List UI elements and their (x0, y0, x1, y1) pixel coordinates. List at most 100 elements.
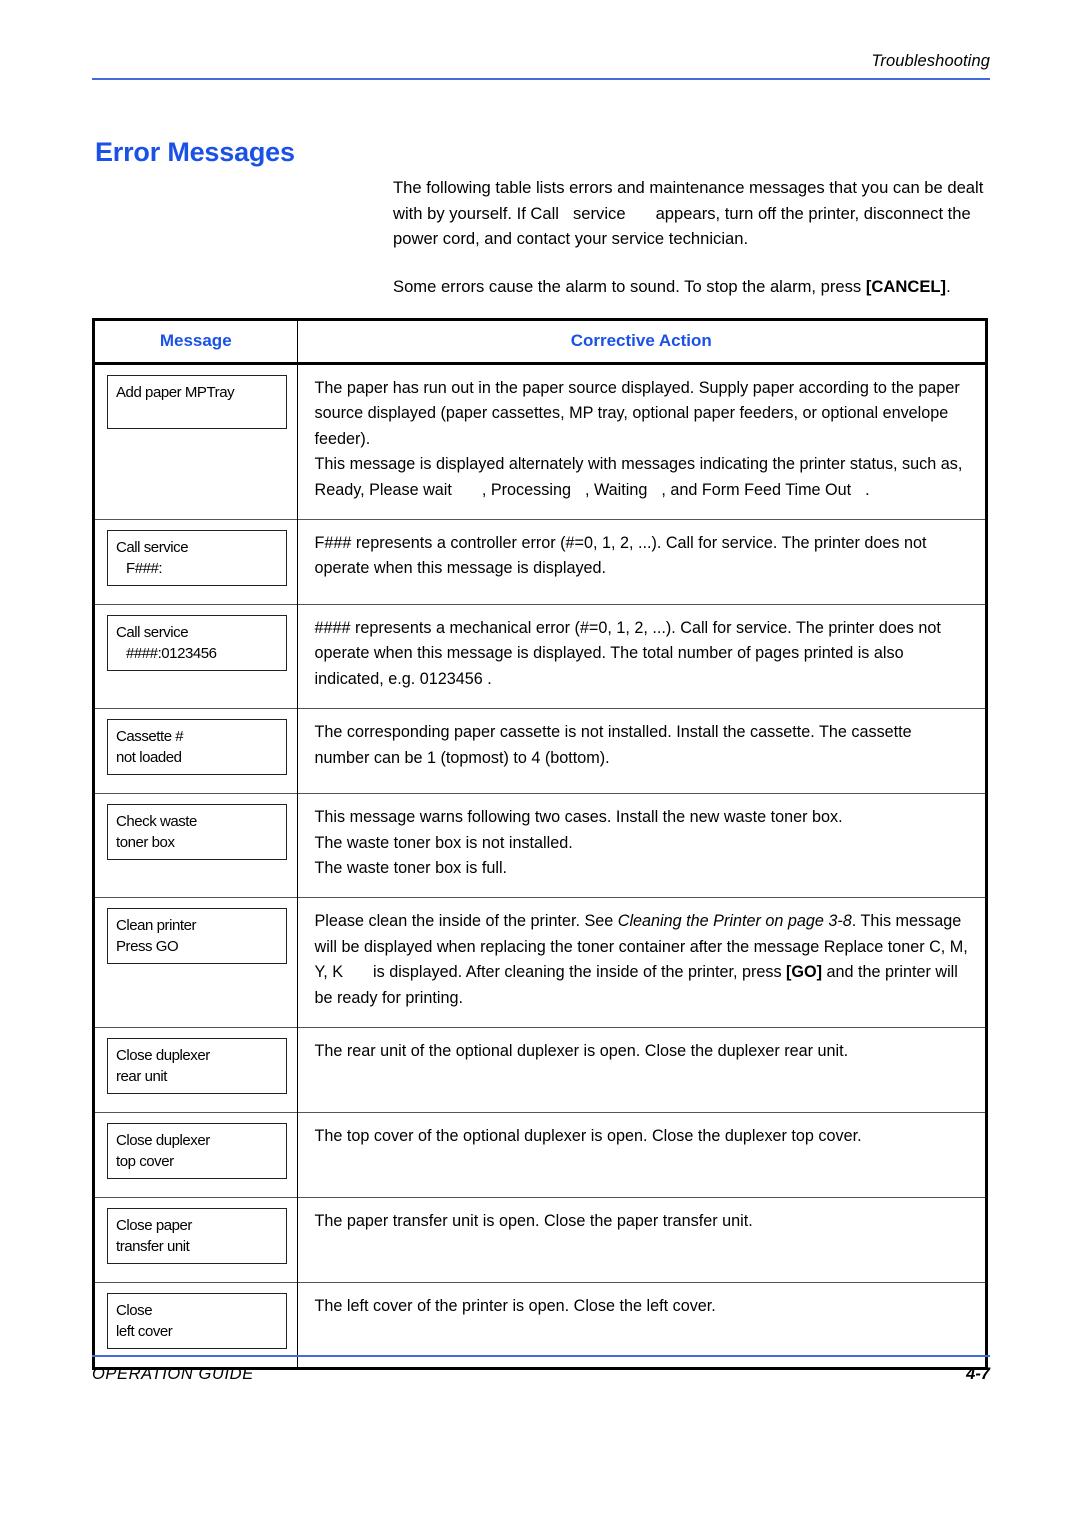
lcd-line-2: Press GO (116, 938, 179, 956)
running-head: Troubleshooting (871, 52, 990, 70)
error-messages-table-wrapper: Message Corrective Action Add paper MPTr… (92, 318, 988, 1371)
document-page: Troubleshooting Error Messages The follo… (0, 0, 1080, 1528)
message-cell: Check waste toner box (95, 793, 298, 898)
lcd-line-2: rear unit (116, 1068, 167, 1086)
lcd-message-box: Close paper transfer unit (107, 1208, 287, 1265)
lcd-line-2: left cover (116, 1323, 173, 1341)
table-row: Close duplexer rear unit The rear unit o… (95, 1027, 985, 1113)
table-header-row: Message Corrective Action (95, 321, 985, 365)
action-text: The paper has run out in the paper sourc… (314, 379, 960, 448)
footer-document-title: OPERATION GUIDE (92, 1365, 254, 1383)
table-head: Message Corrective Action (95, 321, 985, 365)
action-text: , Processing (481, 480, 571, 499)
lcd-line-2: top cover (116, 1153, 174, 1171)
action-text: #### represents a mechanical error (#=0,… (314, 619, 941, 688)
lcd-line-1: Call service (116, 624, 189, 642)
header-rule (92, 77, 990, 80)
lcd-line-1: Clean printer (116, 917, 197, 935)
action-cell: This message warns following two cases. … (297, 793, 985, 898)
message-cell: Call service ####:0123456 (95, 604, 298, 709)
lcd-line-2: ####:0123456 (126, 645, 217, 663)
column-header-corrective-action: Corrective Action (297, 321, 985, 365)
lcd-line-2: transfer unit (116, 1238, 190, 1256)
action-text: The left cover of the printer is open. C… (314, 1297, 716, 1316)
lcd-message-box: Close duplexer top cover (107, 1123, 287, 1180)
action-text: The rear unit of the optional duplexer i… (314, 1042, 849, 1061)
action-text: , and Form Feed Time Out (661, 480, 852, 499)
action-text: The corresponding paper cassette is not … (314, 723, 912, 767)
footer-row: OPERATION GUIDE 4-7 (92, 1365, 990, 1384)
lcd-line-1: Call service (116, 539, 189, 557)
lcd-message-box: Cassette # not loaded (107, 719, 287, 776)
table-row: Cassette # not loaded The corresponding … (95, 708, 985, 794)
message-cell: Close duplexer top cover (95, 1112, 298, 1198)
lcd-line-2: not loaded (116, 749, 182, 767)
action-text: , Waiting (584, 480, 648, 499)
column-header-message: Message (95, 321, 298, 365)
table-body: Add paper MPTray The paper has run out i… (95, 363, 985, 1368)
table-row: Close duplexer top cover The top cover o… (95, 1112, 985, 1198)
action-text: F### represents a controller error (#=0,… (314, 534, 927, 578)
table-row: Add paper MPTray The paper has run out i… (95, 363, 985, 520)
action-text: The top cover of the optional duplexer i… (314, 1127, 862, 1146)
table-row: Call service ####:0123456 #### represent… (95, 604, 985, 709)
message-cell: Add paper MPTray (95, 363, 298, 520)
lcd-message-box: Add paper MPTray (107, 375, 287, 429)
message-cell: Close paper transfer unit (95, 1197, 298, 1283)
lcd-line-2: F###: (126, 560, 163, 578)
footer-rule (92, 1355, 990, 1357)
action-cell: F### represents a controller error (#=0,… (297, 519, 985, 605)
page-header: Troubleshooting (92, 52, 990, 80)
lcd-line-1: Close paper (116, 1217, 192, 1235)
table-row: Clean printer Press GO Please clean the … (95, 897, 985, 1028)
action-text: . (851, 912, 857, 931)
action-text: Please clean the inside of the printer. … (314, 912, 618, 931)
action-text: The paper transfer unit is open. Close t… (314, 1212, 753, 1231)
action-cell: The paper has run out in the paper sourc… (297, 363, 985, 520)
lcd-line-1: Close duplexer (116, 1132, 210, 1150)
go-key-label: [GO] (786, 963, 823, 982)
action-cell: Please clean the inside of the printer. … (297, 897, 985, 1028)
intro-paragraph-1: The following table lists errors and mai… (393, 175, 993, 252)
message-cell: Call service F###: (95, 519, 298, 605)
lcd-message-box: Close duplexer rear unit (107, 1038, 287, 1095)
page-title: Error Messages (95, 137, 295, 168)
cross-reference-link[interactable]: Cleaning the Printer on page 3-8 (618, 912, 852, 930)
intro-p1-part2: service (573, 203, 626, 223)
lcd-line-1: Close duplexer (116, 1047, 210, 1065)
intro-p2-end: . (946, 276, 951, 296)
lcd-message-box: Call service ####:0123456 (107, 615, 287, 672)
lcd-line-1: Cassette # (116, 728, 184, 746)
action-text: The waste toner box is not installed. (314, 833, 573, 852)
cancel-key-label: [CANCEL] (865, 276, 947, 296)
message-cell: Close duplexer rear unit (95, 1027, 298, 1113)
intro-paragraph-2: Some errors cause the alarm to sound. To… (393, 274, 993, 300)
table-row: Check waste toner box This message warns… (95, 793, 985, 898)
table-row: Close paper transfer unit The paper tran… (95, 1197, 985, 1283)
lcd-message-box: Check waste toner box (107, 804, 287, 861)
lcd-line-2: toner box (116, 834, 175, 852)
intro-text: The following table lists errors and mai… (393, 175, 993, 299)
table-row: Call service F###: F### represents a con… (95, 519, 985, 605)
lcd-line-1: Check waste (116, 813, 197, 831)
error-messages-table: Message Corrective Action Add paper MPTr… (95, 321, 985, 1368)
action-text: The waste toner box is full. (314, 859, 508, 878)
action-text: is displayed. After cleaning the inside … (373, 963, 787, 982)
message-cell: Clean printer Press GO (95, 897, 298, 1028)
intro-p2-part1: Some errors cause the alarm to sound. To… (393, 276, 862, 296)
lcd-message-box: Call service F###: (107, 530, 287, 587)
message-cell: Cassette # not loaded (95, 708, 298, 794)
lcd-message-box: Close left cover (107, 1293, 287, 1350)
action-cell: #### represents a mechanical error (#=0,… (297, 604, 985, 709)
action-cell: The corresponding paper cassette is not … (297, 708, 985, 794)
action-cell: The rear unit of the optional duplexer i… (297, 1027, 985, 1113)
action-text: This message warns following two cases. … (314, 808, 843, 827)
lcd-line-1: Add paper MPTray (116, 384, 235, 401)
lcd-line-1: Close (116, 1302, 153, 1320)
action-cell: The top cover of the optional duplexer i… (297, 1112, 985, 1198)
page-number: 4-7 (966, 1365, 990, 1383)
lcd-message-box: Clean printer Press GO (107, 908, 287, 965)
page-footer: OPERATION GUIDE 4-7 (92, 1355, 990, 1384)
action-cell: The paper transfer unit is open. Close t… (297, 1197, 985, 1283)
action-text: . (865, 480, 870, 499)
